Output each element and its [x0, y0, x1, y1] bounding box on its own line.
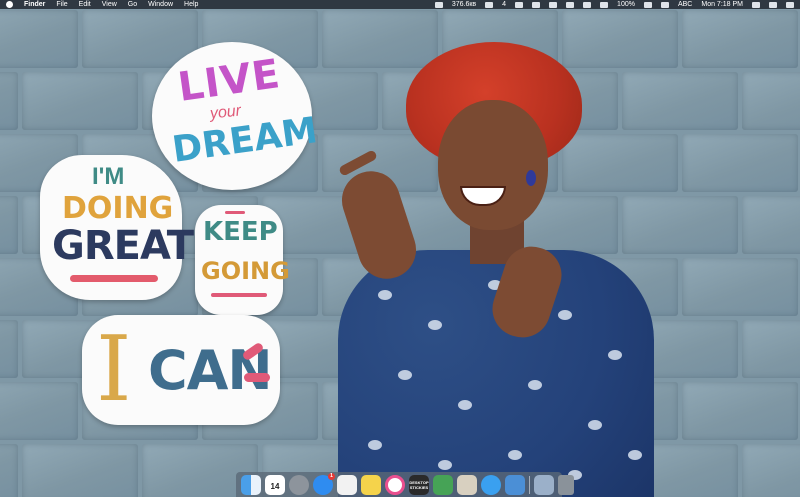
- finder-icon[interactable]: [241, 474, 261, 495]
- app-store-icon[interactable]: 1: [313, 472, 335, 495]
- menu-finder[interactable]: Finder: [24, 0, 45, 9]
- sticker-accent: [244, 373, 270, 382]
- sticker-text: I'M: [92, 163, 125, 190]
- indicator-count[interactable]: 4: [502, 0, 506, 9]
- apple-menu-icon[interactable]: [6, 1, 13, 8]
- dropbox-icon[interactable]: [532, 1, 541, 8]
- sticker-underline: [70, 275, 158, 282]
- sticker-i-can[interactable]: I CAN: [82, 315, 280, 425]
- sticker-im-doing-great[interactable]: I'M DOING GREAT: [40, 155, 194, 300]
- sticker-text: I: [96, 317, 132, 422]
- sticker-text: GREAT: [52, 223, 194, 269]
- bluetooth-icon[interactable]: [583, 1, 592, 8]
- menu-file[interactable]: File: [56, 0, 67, 9]
- sticker-keep-going[interactable]: KEEP GOING: [195, 205, 290, 315]
- preview-app-icon[interactable]: [457, 474, 477, 495]
- launchpad-icon[interactable]: [289, 474, 309, 495]
- network-monitor-icon[interactable]: [434, 1, 443, 8]
- drive-icon[interactable]: [515, 1, 524, 8]
- safari-icon[interactable]: [481, 474, 501, 495]
- calendar-icon[interactable]: 14: [265, 474, 285, 495]
- user-avatar-icon[interactable]: [769, 1, 777, 8]
- wifi-icon[interactable]: [600, 1, 609, 8]
- sticker-arrow: [211, 293, 267, 297]
- menu-go[interactable]: Go: [128, 0, 137, 9]
- text-document-icon[interactable]: [337, 474, 357, 495]
- sticker-text: GOING: [201, 257, 290, 285]
- xcode-icon[interactable]: [505, 474, 525, 495]
- battery-percent[interactable]: 100%: [617, 0, 635, 9]
- person-blouse: [338, 250, 654, 497]
- time-machine-icon[interactable]: [566, 1, 575, 8]
- app-store-badge: 1: [328, 472, 335, 480]
- trash-icon[interactable]: [558, 474, 574, 495]
- sync-icon[interactable]: [549, 1, 558, 8]
- desktop-stickies-label: DESKTOP STICKIES: [409, 479, 429, 490]
- menu-edit[interactable]: Edit: [79, 0, 91, 9]
- dock: 14 1 DESKTOP STICKIES: [236, 472, 574, 497]
- sticker-text: LIVE: [175, 51, 284, 111]
- sticker-text: DOING: [62, 191, 174, 226]
- menu-view[interactable]: View: [102, 0, 117, 9]
- notification-center-icon[interactable]: [786, 1, 794, 8]
- photos-icon[interactable]: [534, 474, 554, 495]
- sticker-text: KEEP: [203, 217, 278, 247]
- itunes-icon[interactable]: [385, 474, 405, 495]
- sticker-arrow: [225, 211, 245, 214]
- notes-icon[interactable]: [361, 474, 381, 495]
- creative-cloud-icon[interactable]: [485, 1, 494, 8]
- person-earring: [526, 170, 536, 186]
- flag-icon[interactable]: [660, 1, 669, 8]
- menu-help[interactable]: Help: [184, 0, 198, 9]
- sticker-live-your-dream[interactable]: LIVE your DREAM: [152, 42, 320, 190]
- menu-window[interactable]: Window: [148, 0, 173, 9]
- person-face: [438, 100, 548, 230]
- network-rate[interactable]: 376.6кв: [452, 0, 476, 9]
- menu-clock[interactable]: Mon 7:18 PM: [701, 0, 743, 9]
- spotlight-search-icon[interactable]: [752, 1, 760, 8]
- menu-bar: Finder File Edit View Go Window Help 376…: [0, 0, 800, 9]
- battery-app-icon[interactable]: [433, 474, 453, 495]
- desktop-stickies-icon[interactable]: DESKTOP STICKIES: [409, 474, 429, 495]
- wallpaper-person: [320, 40, 670, 497]
- dock-separator: [529, 475, 530, 494]
- calendar-date: 14: [270, 482, 280, 491]
- battery-icon[interactable]: [643, 1, 652, 8]
- input-source[interactable]: ABC: [678, 0, 692, 9]
